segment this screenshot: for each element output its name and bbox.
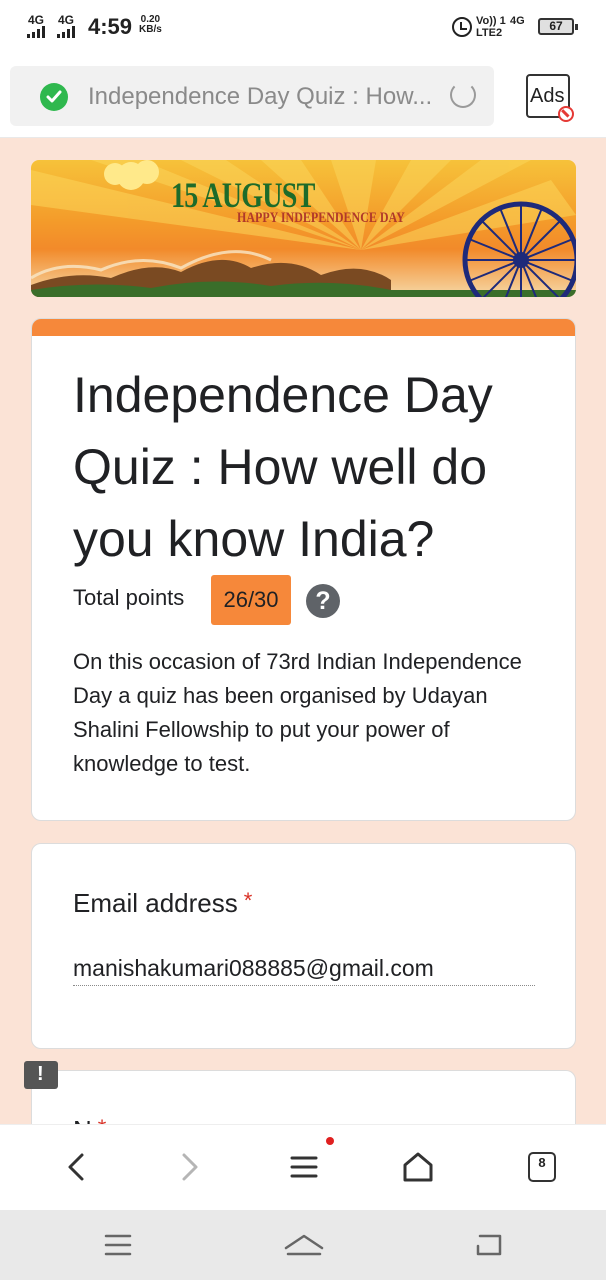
- network-type-label: 4G: [510, 15, 525, 27]
- shield-check-icon: [40, 83, 68, 111]
- browser-address-bar: Independence Day Quiz : How... Ads: [0, 56, 606, 138]
- url-title[interactable]: Independence Day Quiz : How...: [88, 83, 432, 111]
- banner-subtitle: HAPPY INDEPENDENCE DAY: [237, 210, 405, 226]
- ad-block-button[interactable]: Ads: [526, 74, 574, 122]
- form-title: Independence Day Quiz : How well do you …: [73, 367, 493, 567]
- volte-top-label: Vo)) 1: [476, 15, 506, 27]
- reload-icon[interactable]: [450, 82, 476, 108]
- help-icon[interactable]: ?: [306, 584, 340, 618]
- forward-arrow-icon[interactable]: [170, 1147, 210, 1187]
- email-label-text: Email address: [73, 888, 238, 918]
- total-points-label: Total points: [73, 585, 185, 610]
- sim2-signal-icon: [57, 26, 79, 38]
- tabs-button[interactable]: 8: [528, 1152, 556, 1182]
- field-underline: [73, 985, 535, 986]
- system-navigation-bar: [0, 1210, 606, 1280]
- recent-apps-icon[interactable]: [100, 1230, 136, 1260]
- menu-icon[interactable]: [284, 1147, 324, 1187]
- status-bar: 4G 4G 4:59 0.20 KB/s Vo)) 1 LTE2 4G 67: [0, 0, 606, 56]
- home-nav-icon[interactable]: [282, 1228, 326, 1260]
- email-field-label: Email address *: [73, 888, 252, 919]
- volte-indicator: Vo)) 1 LTE2: [476, 15, 506, 39]
- form-header-card: Independence Day Quiz : How well do you …: [31, 318, 576, 821]
- home-icon[interactable]: [398, 1147, 438, 1187]
- volte-bottom-label: LTE2: [476, 27, 503, 39]
- email-question-card: Email address * manishakumari088885@gmail…: [31, 843, 576, 1049]
- sim1-network-label: 4G: [28, 13, 45, 27]
- required-asterisk: *: [243, 888, 253, 913]
- sim1-signal-icon: [27, 26, 49, 38]
- alarm-clock-icon: [452, 17, 472, 37]
- ashoka-chakra-icon: [462, 201, 576, 297]
- battery-icon: 67: [538, 18, 578, 35]
- sim2-network-label: 4G: [58, 13, 75, 27]
- network-speed: 0.20 KB/s: [139, 15, 162, 35]
- email-field[interactable]: manishakumari088885@gmail.com: [73, 955, 434, 982]
- notification-dot: [326, 1137, 334, 1145]
- browser-toolbar: 8: [0, 1124, 606, 1210]
- network-speed-unit: KB/s: [139, 24, 162, 35]
- form-header-banner: 15 AUGUST HAPPY INDEPENDENCE DAY: [31, 160, 576, 297]
- score-badge: 26/30: [211, 575, 291, 625]
- form-description: On this occasion of 73rd Indian Independ…: [73, 649, 522, 776]
- accent-strip: [32, 319, 575, 336]
- back-arrow-icon[interactable]: [56, 1147, 96, 1187]
- report-issue-icon[interactable]: [24, 1061, 58, 1089]
- back-nav-icon[interactable]: [470, 1228, 506, 1260]
- url-field[interactable]: Independence Day Quiz : How...: [10, 66, 494, 126]
- clock-time: 4:59: [88, 14, 133, 39]
- block-icon: [558, 106, 574, 122]
- ads-label: Ads: [530, 85, 565, 107]
